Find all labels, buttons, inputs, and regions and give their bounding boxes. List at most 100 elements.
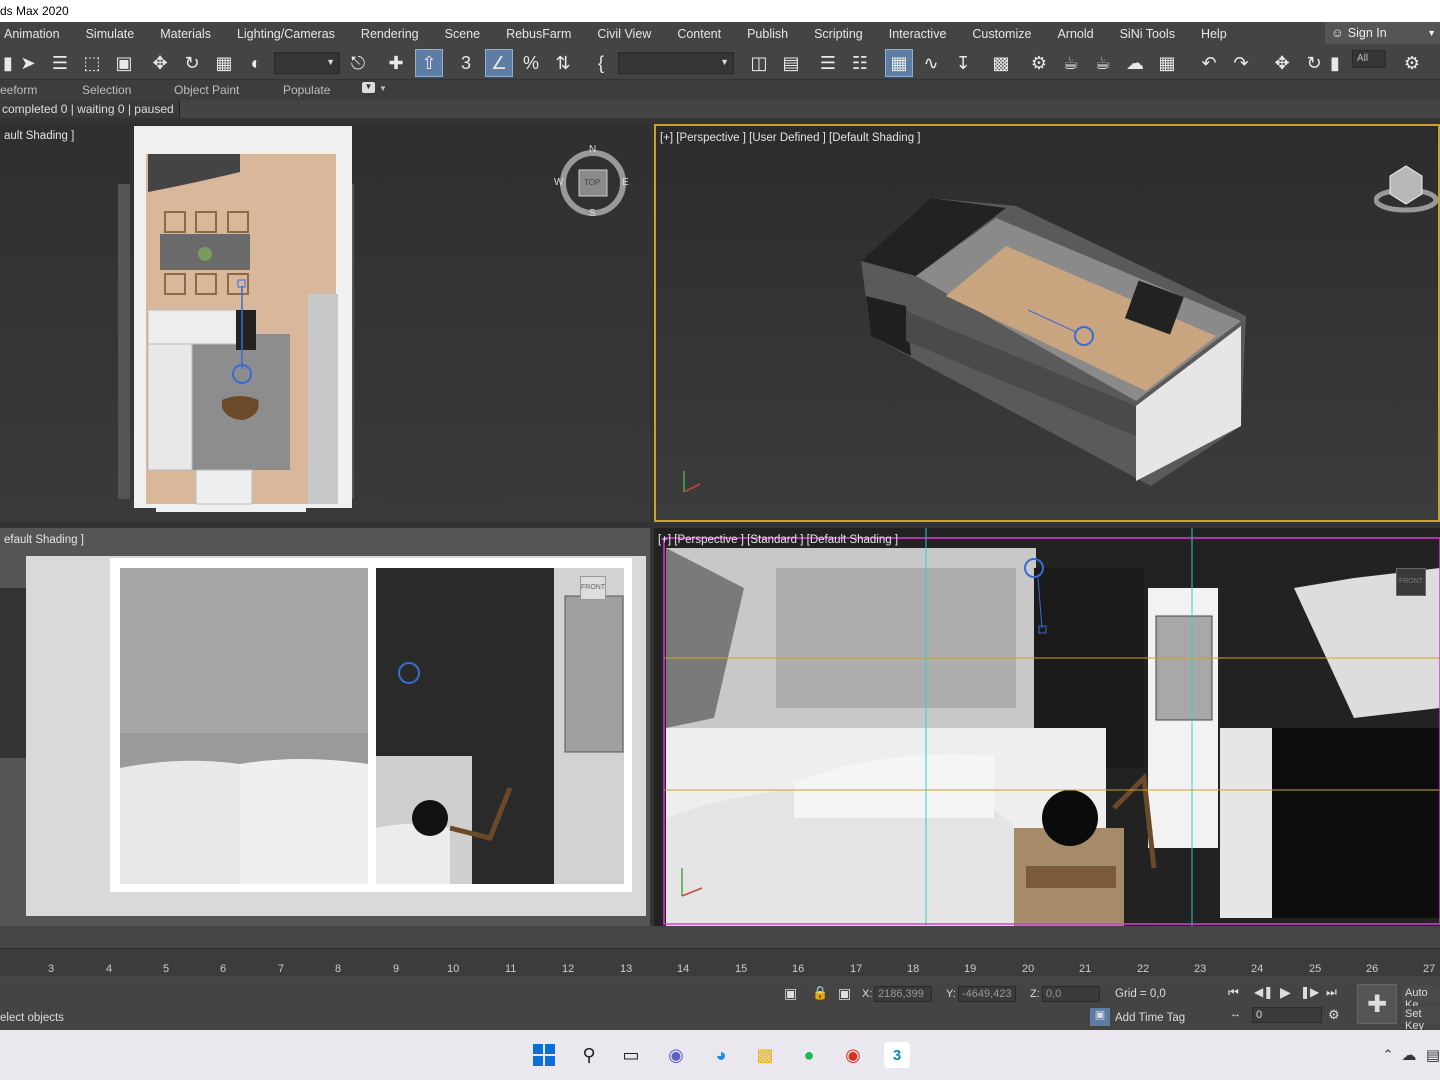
scene-explorer-icon[interactable]: ☰: [814, 49, 842, 77]
viewport-perspective-standard[interactable]: FRONT [+] [Perspective ] [Standard ] [De…: [654, 528, 1440, 926]
ribbon-tab-populate[interactable]: Populate: [283, 83, 330, 97]
pivot-center-icon[interactable]: ⎋: [344, 49, 372, 77]
viewcube-persp1[interactable]: [1373, 156, 1438, 216]
add-key-button[interactable]: ✚: [1357, 984, 1397, 1024]
z-coordinate-field[interactable]: 0,0: [1042, 986, 1100, 1002]
place-icon[interactable]: ◐: [242, 49, 270, 77]
render-setup-icon[interactable]: ⚙: [1025, 49, 1053, 77]
search-icon[interactable]: ⚲: [576, 1042, 602, 1068]
menu-materials[interactable]: Materials: [147, 27, 224, 41]
menu-sini-tools[interactable]: SiNi Tools: [1107, 27, 1188, 41]
move-icon-2[interactable]: ✥: [1268, 49, 1296, 77]
mirror-icon[interactable]: ◫: [745, 49, 773, 77]
ribbon-options-icon[interactable]: ▼: [362, 82, 375, 93]
snaps-toggle-icon[interactable]: 3: [452, 49, 480, 77]
menu-content[interactable]: Content: [664, 27, 734, 41]
lock-icon[interactable]: 🔒: [812, 985, 828, 1001]
select-manipulate-icon[interactable]: ✚: [382, 49, 410, 77]
menu-scripting[interactable]: Scripting: [801, 27, 876, 41]
add-time-tag-button[interactable]: Add Time Tag: [1115, 1012, 1185, 1024]
3ds-max-icon[interactable]: 3: [884, 1042, 910, 1068]
go-to-end-icon[interactable]: ⏭: [1326, 985, 1337, 1000]
menu-simulate[interactable]: Simulate: [73, 27, 148, 41]
move-icon[interactable]: ✥: [146, 49, 174, 77]
sign-in-button[interactable]: ☺ Sign In ▼: [1325, 22, 1440, 44]
rotate-icon-2[interactable]: ↻: [1300, 49, 1328, 77]
spotify-icon[interactable]: ●: [796, 1042, 822, 1068]
align-icon[interactable]: ▤: [777, 49, 805, 77]
network-icon[interactable]: ▤: [1420, 1042, 1440, 1068]
previous-frame-icon[interactable]: ◀❚: [1254, 985, 1273, 999]
set-key-button[interactable]: Set Key: [1402, 1006, 1440, 1032]
ribbon-tab-freeform[interactable]: eeform: [0, 83, 37, 97]
viewport-top-label[interactable]: ault Shading ]: [4, 130, 74, 142]
spinner-snap-icon[interactable]: ⇅: [549, 49, 577, 77]
viewcube-persp2[interactable]: FRONT: [1396, 568, 1426, 596]
viewport-front-label[interactable]: efault Shading ]: [4, 534, 84, 546]
task-view-icon[interactable]: ▭: [618, 1042, 644, 1068]
select-object-icon[interactable]: ➤: [14, 49, 42, 77]
scale-icon[interactable]: ▦: [210, 49, 238, 77]
window-crossing-icon[interactable]: ▣: [110, 49, 138, 77]
layer-explorer-icon[interactable]: ☷: [846, 49, 874, 77]
viewport-perspective-user-label[interactable]: [+] [Perspective ] [User Defined ] [Defa…: [660, 132, 920, 144]
viewcube-front[interactable]: FRONT: [580, 576, 606, 600]
x-coordinate-field[interactable]: 2186,399: [874, 986, 932, 1002]
play-icon[interactable]: ▶: [1280, 984, 1291, 1001]
current-frame-field[interactable]: 0: [1252, 1007, 1322, 1023]
rotate-icon[interactable]: ↻: [178, 49, 206, 77]
absolute-mode-icon[interactable]: ▣: [838, 985, 851, 1002]
add-time-tag-icon[interactable]: ▣: [1090, 1008, 1110, 1026]
keyboard-shortcut-toggle-icon[interactable]: ⇧: [415, 49, 443, 77]
a360-gallery-icon[interactable]: ▦: [1153, 49, 1181, 77]
go-to-start-icon[interactable]: ⏮: [1228, 985, 1239, 1000]
viewport-perspective-standard-label[interactable]: [+] [Perspective ] [Standard ] [Default …: [658, 534, 898, 546]
render-production-icon[interactable]: ☕: [1089, 49, 1117, 77]
selection-filter-dropdown[interactable]: All: [1352, 50, 1386, 68]
ribbon-toggle-icon[interactable]: ▦: [885, 49, 913, 77]
menu-interactive[interactable]: Interactive: [876, 27, 960, 41]
schematic-view-icon[interactable]: ↧: [949, 49, 977, 77]
menu-animation[interactable]: Animation: [0, 27, 73, 41]
menu-civil-view[interactable]: Civil View: [584, 27, 664, 41]
ribbon-tab-object-paint[interactable]: Object Paint: [174, 83, 239, 97]
ribbon-tab-selection[interactable]: Selection: [82, 83, 131, 97]
rendered-frame-window-icon[interactable]: ☕: [1057, 49, 1085, 77]
y-coordinate-field[interactable]: -4649,423: [958, 986, 1016, 1002]
chrome-icon[interactable]: ◉: [840, 1042, 866, 1068]
select-by-name-icon[interactable]: ☰: [46, 49, 74, 77]
rectangular-selection-icon[interactable]: ⬚: [78, 49, 106, 77]
menu-rebusfarm[interactable]: RebusFarm: [493, 27, 584, 41]
edge-browser-icon[interactable]: ◕: [708, 1042, 734, 1068]
time-ruler[interactable]: 3 4 5 6 7 8 9 10 11 12 13 14 15 16 17 18…: [0, 948, 1440, 976]
next-frame-icon[interactable]: ❚▶: [1300, 985, 1319, 999]
viewport-front[interactable]: FRONT efault Shading ]: [0, 528, 650, 926]
redo-icon[interactable]: ↷: [1227, 49, 1255, 77]
auto-key-button[interactable]: Auto Ke: [1402, 985, 1440, 1011]
file-explorer-icon[interactable]: ▩: [752, 1042, 778, 1068]
time-configuration-icon[interactable]: ⚙: [1328, 1007, 1340, 1023]
edit-named-selection-icon[interactable]: {: [587, 49, 615, 77]
named-selection-dropdown[interactable]: ▼: [618, 52, 734, 74]
teams-chat-icon[interactable]: ◉: [663, 1042, 689, 1068]
reference-coordinate-dropdown[interactable]: ▼: [274, 52, 340, 74]
viewport-top[interactable]: N S W E TOP ault Shading ]: [0, 124, 650, 522]
angle-snap-icon[interactable]: ∠: [485, 49, 513, 77]
material-editor-icon[interactable]: ▩: [987, 49, 1015, 77]
ribbon-dropdown-icon[interactable]: ▼: [379, 84, 387, 93]
menu-scene[interactable]: Scene: [432, 27, 493, 41]
menu-arnold[interactable]: Arnold: [1044, 27, 1106, 41]
onedrive-cloud-icon[interactable]: ☁: [1396, 1042, 1422, 1068]
menu-customize[interactable]: Customize: [959, 27, 1044, 41]
menu-help[interactable]: Help: [1188, 27, 1240, 41]
pin-icon[interactable]: ▮: [1328, 49, 1342, 77]
menu-publish[interactable]: Publish: [734, 27, 801, 41]
render-settings-icon[interactable]: ⚙: [1398, 49, 1426, 77]
undo-icon[interactable]: ↶: [1195, 49, 1223, 77]
curve-editor-icon[interactable]: ∿: [917, 49, 945, 77]
percent-snap-icon[interactable]: %: [517, 49, 545, 77]
key-mode-icon[interactable]: ↔: [1230, 1008, 1241, 1020]
menu-rendering[interactable]: Rendering: [348, 27, 432, 41]
isolate-selection-icon[interactable]: ▣: [784, 985, 797, 1002]
viewcube-top[interactable]: N S W E TOP: [554, 144, 629, 219]
